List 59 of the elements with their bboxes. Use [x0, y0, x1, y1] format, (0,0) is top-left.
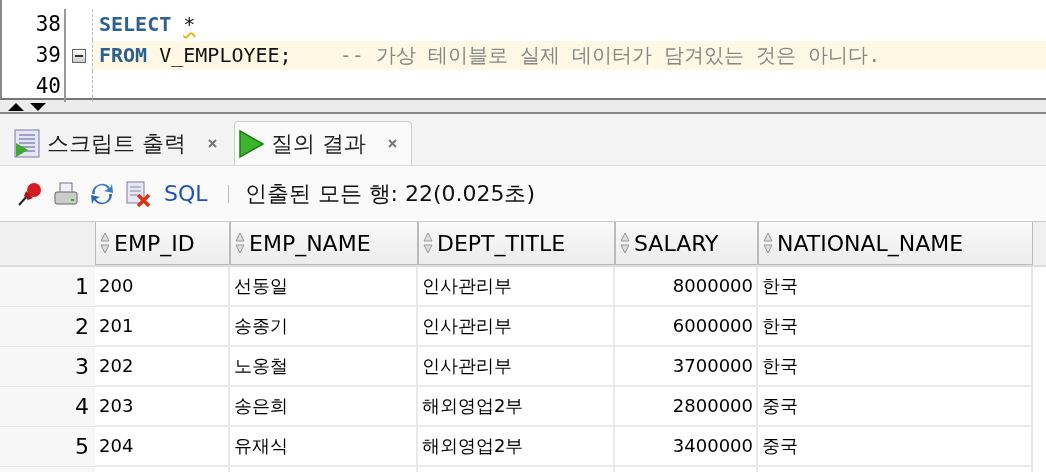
code-comment: -- 가상 테이블로 실제 데이터가 담겨있는 것은 아니다. [339, 43, 881, 67]
table-cell: 중국 [758, 387, 1033, 427]
table-cell: 한국 [758, 307, 1033, 347]
code-token: FROM [99, 43, 148, 67]
document-play-icon [13, 128, 41, 159]
table-cell: 한국 [758, 347, 1033, 387]
sort-icon [423, 232, 433, 254]
table-cell: 200 [95, 267, 230, 307]
table-cell: 한국 [758, 267, 1033, 307]
code-token: V_EMPLOYEE; [159, 43, 292, 67]
printer-icon[interactable] [52, 179, 80, 208]
table-cell: 3400000 [615, 427, 758, 467]
sort-icon [763, 232, 773, 254]
table-cell: 8000000 [615, 267, 758, 307]
table-cell: 중국 [758, 427, 1033, 467]
row-number: 3 [0, 347, 95, 387]
table-cell: 해외영업2부 [418, 387, 615, 427]
play-icon [237, 128, 265, 159]
table-cell: 202 [95, 347, 230, 387]
close-icon[interactable] [208, 139, 217, 148]
column-header[interactable]: SALARY [615, 222, 758, 265]
table-cell: 2800000 [615, 387, 758, 427]
row-number: 4 [0, 387, 95, 427]
sort-icon [235, 232, 245, 254]
column-header[interactable]: NATIONAL_NAME [758, 222, 1033, 265]
table-cell: 6000000 [615, 307, 758, 347]
table-cell: 인사관리부 [418, 307, 615, 347]
code-token: * [183, 12, 196, 36]
code-token: SELECT [99, 12, 172, 36]
table-cell: 선동일 [230, 267, 418, 307]
delete-document-icon[interactable] [124, 179, 152, 208]
results-tab[interactable]: 질의 결과 [234, 121, 412, 165]
sql-link[interactable]: SQL [160, 181, 212, 206]
status-text: 인출된 모든 행: 22(0.025초) [244, 179, 536, 208]
results-tab[interactable]: 스크립트 출력 [10, 121, 232, 165]
row-number: 1 [0, 267, 95, 307]
close-icon[interactable] [388, 139, 397, 148]
row-number: 5 [0, 427, 95, 467]
sort-icon [620, 232, 630, 254]
table-cell: 송종기 [230, 307, 418, 347]
table-cell: 인사관리부 [418, 347, 615, 387]
line-number: 38 [2, 9, 66, 40]
table-cell: 해외영업2부 [418, 427, 615, 467]
code-editor[interactable]: 38 SELECT * 39 FROM V_EMPLOYEE; -- 가상 테이블로 실제 데이터가 담겨있는 것은 아니다. 40 [0, 0, 1046, 100]
table-cell: 3700000 [615, 347, 758, 387]
column-header[interactable]: DEPT_TITLE [418, 222, 615, 265]
column-header[interactable]: EMP_NAME [230, 222, 418, 265]
column-header[interactable]: EMP_ID [95, 222, 230, 265]
line-number: 39 [2, 40, 66, 71]
sort-icon [100, 232, 110, 254]
table-cell: 유재식 [230, 427, 418, 467]
table-cell: 201 [95, 307, 230, 347]
table-cell: 노옹철 [230, 347, 418, 387]
table-cell: 인사관리부 [418, 267, 615, 307]
row-number: 2 [0, 307, 95, 347]
table-cell: 송은희 [230, 387, 418, 427]
table-cell: 204 [95, 427, 230, 467]
table-cell: 203 [95, 387, 230, 427]
fold-toggle-icon[interactable] [72, 48, 86, 63]
